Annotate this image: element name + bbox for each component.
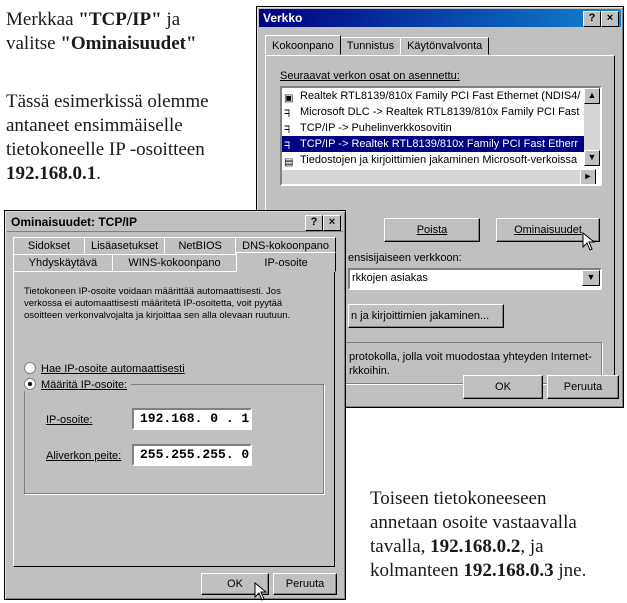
protocol-icon: ᖷ [284, 141, 290, 152]
tcpip-dialog-title: Ominaisuudet: TCP/IP [11, 215, 138, 229]
tcpip-dialog-titlebar: Ominaisuudet: TCP/IP ? × [7, 213, 343, 232]
instruction-first-ip: Tässä esimerkissä olemme antaneet ensimm… [6, 91, 209, 184]
primary-logon-label: ensisijaiseen verkkoon: [348, 252, 462, 264]
help-button[interactable]: ? [305, 215, 323, 231]
cancel-button[interactable]: Peruuta [547, 375, 619, 399]
tab-lisaasetukset[interactable]: Lisäasetukset [83, 237, 166, 255]
subnet-mask-field[interactable]: 255.255.255. 0 [132, 444, 252, 466]
close-button[interactable]: × [323, 215, 341, 231]
tab-yhdyskaytava[interactable]: Yhdyskäytävä [13, 254, 113, 272]
scroll-up-arrow-icon[interactable]: ▲ [584, 88, 600, 104]
components-label: Seuraavat verkon osat on asennettu: [280, 70, 460, 82]
tab-netbios[interactable]: NetBIOS [164, 237, 237, 255]
radio-auto-ip[interactable]: Hae IP-osoite automaattisesti [24, 362, 185, 375]
components-list[interactable]: ▣ Realtek RTL8139/810x Family PCI Fast Et… [280, 86, 602, 186]
tcpip-properties-dialog: Ominaisuudet: TCP/IP ? × Sidokset Lisäas… [4, 210, 346, 600]
close-button[interactable]: × [601, 11, 619, 27]
network-dialog-titlebar: Verkko ? × [259, 9, 621, 27]
file-sharing-icon: ▤ [284, 157, 294, 168]
tab-kaytonvalvonta[interactable]: Käytönvalvonta [400, 37, 490, 55]
tab-ip-osoite[interactable]: IP-osoite [236, 252, 336, 272]
manual-ip-groupbox [24, 384, 324, 494]
ip-address-field[interactable]: 192.168. 0 . 1 [132, 408, 252, 430]
network-dialog-title: Verkko [263, 11, 303, 25]
tcpip-tabs-row2: Yhdyskäytävä WINS-kokoonpano IP-osoite [13, 252, 336, 272]
mouse-cursor-icon [582, 232, 596, 251]
dropdown-arrow-icon[interactable]: ▼ [582, 270, 600, 286]
network-card-icon: ▣ [284, 93, 294, 104]
tab-sidokset[interactable]: Sidokset [13, 237, 85, 255]
primary-logon-select[interactable]: rkkojen asiakas ▼ [348, 268, 602, 290]
scroll-down-arrow-icon[interactable]: ▼ [584, 150, 600, 166]
radio-manual-ip[interactable]: Määritä IP-osoite: [24, 378, 132, 391]
instruction-other-ips: Toiseen tietokoneeseen annetaan osoite v… [370, 488, 587, 581]
network-tabs: Kokoonpano Tunnistus Käytönvalvonta [265, 35, 490, 55]
protocol-icon: ᖷ [284, 125, 290, 136]
tab-wins[interactable]: WINS-kokoonpano [111, 254, 238, 272]
list-item[interactable]: ᖷ TCP/IP -> Puhelinverkkosovitin [282, 120, 584, 136]
list-item[interactable]: ▤ Tiedostojen ja kirjoittimien jakaminen … [282, 152, 584, 168]
instruction-select-tcpip: Merkkaa "TCP/IP" ja valitse "Ominaisuude… [6, 9, 197, 54]
list-item-selected[interactable]: ᖷ TCP/IP -> Realtek RTL8139/810x Family P… [282, 136, 584, 152]
horizontal-scrollbar[interactable]: ► [282, 169, 596, 184]
file-sharing-button[interactable]: n ja kirjoittimien jakaminen... [348, 304, 504, 328]
subnet-mask-label: Aliverkon peite: [46, 450, 122, 462]
list-item[interactable]: ▣ Realtek RTL8139/810x Family PCI Fast Et… [282, 88, 584, 104]
radio-button-selected-icon [24, 378, 36, 390]
ip-address-panel: Tietokoneen IP-osoite voidaan määrittää … [13, 271, 335, 567]
help-button[interactable]: ? [583, 11, 601, 27]
radio-button-icon [24, 362, 36, 374]
cancel-button[interactable]: Peruuta [273, 573, 337, 595]
protocol-icon: ᖷ [284, 109, 290, 120]
ip-description: Tietokoneen IP-osoite voidaan määrittää … [24, 286, 291, 321]
ip-address-label: IP-osoite: [46, 414, 93, 426]
ok-button[interactable]: OK [463, 375, 543, 399]
remove-button[interactable]: Poista [384, 218, 480, 242]
scroll-right-arrow-icon[interactable]: ► [580, 169, 596, 184]
vertical-scrollbar[interactable]: ▲ ▼ [584, 88, 600, 166]
tab-kokoonpano[interactable]: Kokoonpano [265, 35, 341, 55]
mouse-cursor-icon [254, 582, 268, 601]
list-item[interactable]: ᖷ Microsoft DLC -> Realtek RTL8139/810x F… [282, 104, 584, 120]
tab-tunnistus[interactable]: Tunnistus [339, 37, 402, 55]
